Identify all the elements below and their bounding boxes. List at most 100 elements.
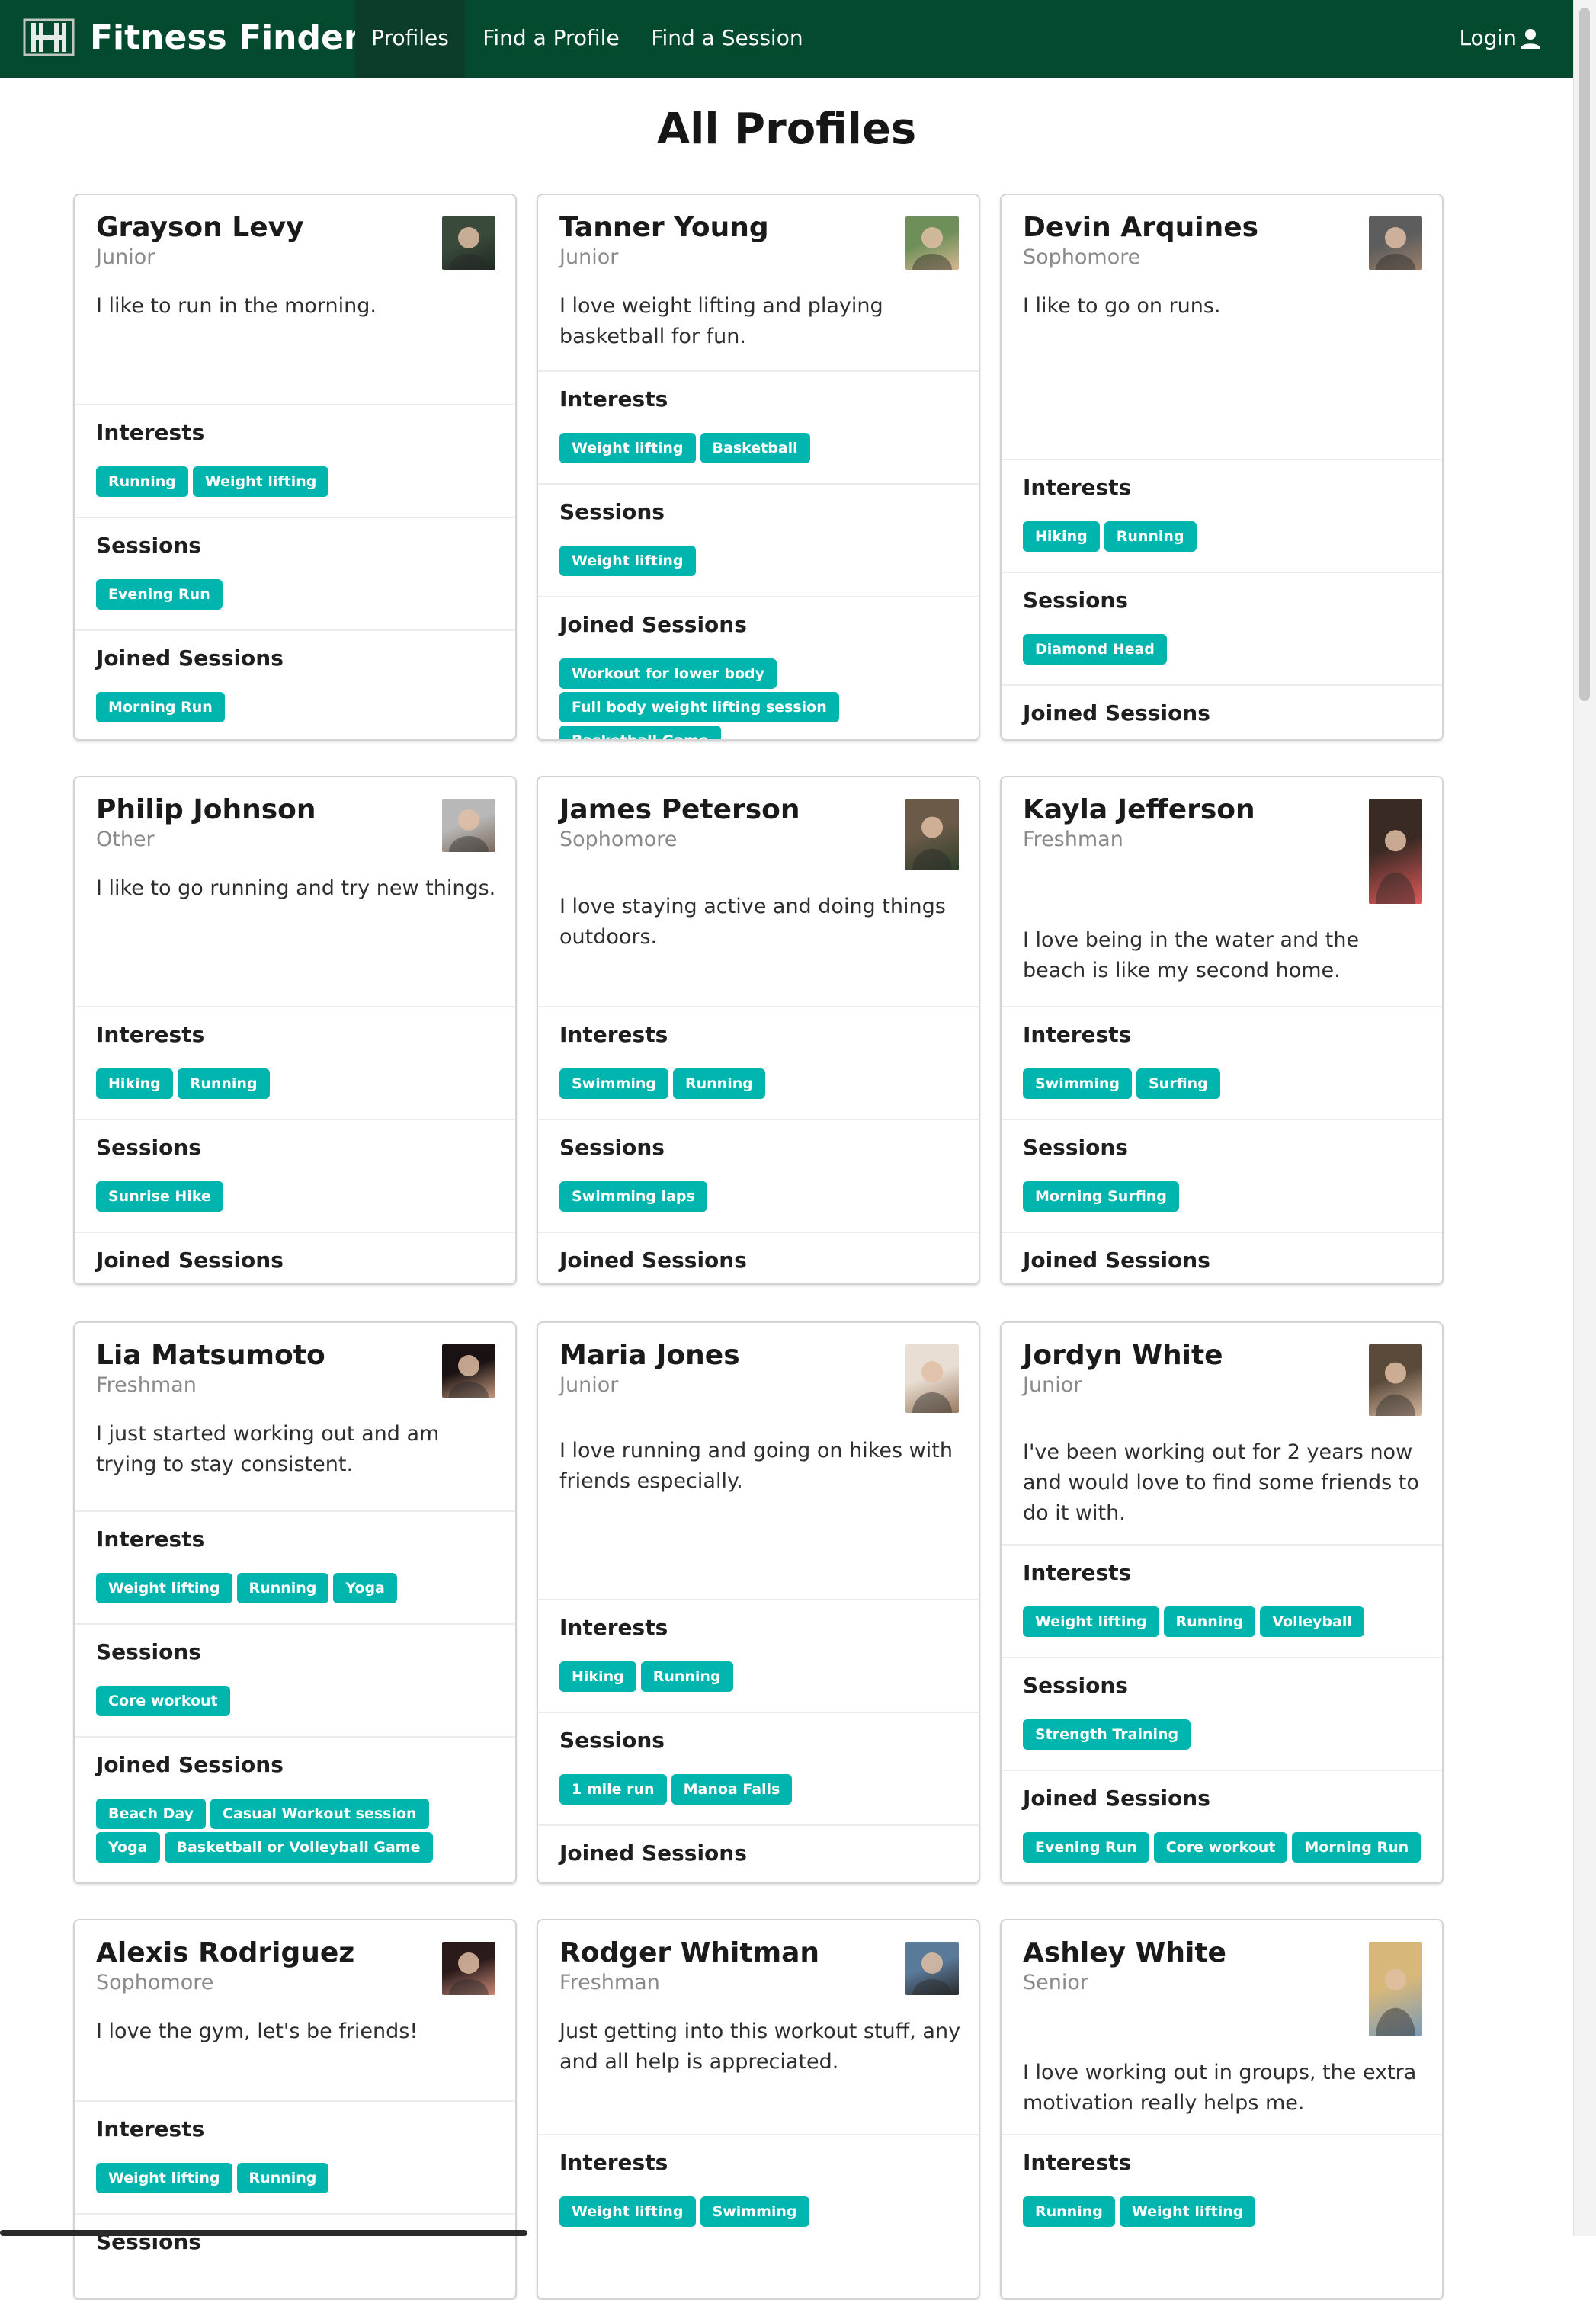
profile-name[interactable]: Devin Arquines — [1023, 210, 1258, 245]
profile-standing: Freshman — [559, 1971, 660, 1994]
interests-section: Interests Weight lifting Swimming — [538, 2134, 979, 2298]
profile-bio: I just started working out and am trying… — [96, 1422, 440, 1476]
profile-card[interactable]: Jordyn White Junior I've been working out … — [1000, 1321, 1444, 1884]
tag-label[interactable]: Casual Workout session — [210, 1799, 429, 1829]
tag-label[interactable]: Weight lifting — [559, 433, 696, 463]
tag-label[interactable]: Running — [1104, 521, 1197, 552]
tag-label[interactable]: Weight lifting — [96, 2163, 232, 2193]
sessions-tags: Sunrise Hike — [96, 1181, 500, 1215]
tag-label[interactable]: Basketball — [700, 433, 810, 463]
profile-bio: I like to run in the morning. — [96, 294, 377, 318]
tag-label[interactable]: Running — [177, 1068, 270, 1099]
interests-tags: Running Weight lifting — [1023, 2196, 1427, 2230]
nav-profiles[interactable]: Profiles — [355, 0, 465, 78]
profile-card[interactable]: Grayson Levy Junior I like to run in the m… — [73, 194, 517, 741]
profile-name[interactable]: Grayson Levy — [96, 210, 304, 245]
tag-label[interactable]: Weight lifting — [1023, 1606, 1159, 1637]
interests-tags: Hiking Running — [1023, 521, 1427, 555]
tag-label[interactable]: Basketball or Volleyball Game — [164, 1832, 433, 1863]
tag-label[interactable]: Weight lifting — [96, 1573, 232, 1603]
tag-label[interactable]: Hiking — [1023, 521, 1100, 552]
profile-card[interactable]: Lia Matsumoto Freshman I just started work… — [73, 1321, 517, 1884]
profile-name[interactable]: Maria Jones — [559, 1338, 740, 1373]
tag-label[interactable]: Morning Surfing — [1023, 1181, 1179, 1212]
profile-name[interactable]: Jordyn White — [1023, 1338, 1223, 1373]
profile-bio: I love the gym, let's be friends! — [96, 2020, 418, 2043]
profile-name[interactable]: Lia Matsumoto — [96, 1338, 325, 1373]
brand-title[interactable]: Fitness Finder — [90, 0, 361, 76]
interests-tags: Hiking Running — [96, 1068, 500, 1102]
joined-sessions-section: Joined Sessions — [1002, 684, 1442, 739]
tag-label[interactable]: Running — [236, 2163, 329, 2193]
profile-name[interactable]: Ashley White — [1023, 1936, 1226, 1971]
profile-avatar — [442, 1344, 495, 1398]
tag-label[interactable]: Hiking — [559, 1661, 636, 1692]
tag-label[interactable]: Swimming laps — [559, 1181, 707, 1212]
tag-label[interactable]: Manoa Falls — [671, 1774, 793, 1805]
tag-label[interactable]: 1 mile run — [559, 1774, 667, 1805]
tag-label[interactable]: Weight lifting — [559, 2196, 696, 2227]
profile-name[interactable]: James Peterson — [559, 793, 800, 828]
tag-label[interactable]: Beach Day — [96, 1799, 206, 1829]
interests-title: Interests — [96, 420, 205, 445]
tag-label[interactable]: Weight lifting — [559, 546, 696, 576]
tag-label[interactable]: Swimming — [1023, 1068, 1132, 1099]
tag-label[interactable]: Core workout — [96, 1686, 230, 1716]
sessions-tags: Core workout — [96, 1686, 500, 1719]
tag-label[interactable]: Weight lifting — [1119, 2196, 1256, 2227]
tag-label[interactable]: Diamond Head — [1023, 634, 1167, 665]
scroll-thumb[interactable] — [1579, 8, 1590, 701]
profile-name[interactable]: Philip Johnson — [96, 793, 316, 828]
tag-label[interactable]: Running — [1023, 2196, 1115, 2227]
profile-card[interactable]: Philip Johnson Other I like to go running … — [73, 776, 517, 1285]
tag-label[interactable]: Strength Training — [1023, 1719, 1191, 1750]
tag-label[interactable]: Swimming — [700, 2196, 809, 2227]
tag-label[interactable]: Volleyball — [1260, 1606, 1364, 1637]
profile-name[interactable]: Tanner Young — [559, 210, 769, 245]
tag-label[interactable]: Sunrise Hike — [96, 1181, 223, 1212]
profile-standing: Junior — [96, 245, 155, 269]
interests-title: Interests — [559, 1022, 668, 1047]
login-button[interactable]: Login — [1459, 0, 1541, 78]
tag-label[interactable]: Basketball Game — [559, 726, 721, 739]
tag-label[interactable]: Core workout — [1153, 1832, 1288, 1863]
tag-label[interactable]: Yoga — [333, 1573, 397, 1603]
tag-label[interactable]: Running — [236, 1573, 329, 1603]
tag-label[interactable]: Running — [1163, 1606, 1256, 1637]
profile-card[interactable]: Devin Arquines Sophomore I like to go on r… — [1000, 194, 1444, 741]
profile-bio: I love weight lifting and playing basket… — [559, 294, 883, 348]
tag-label[interactable]: Swimming — [559, 1068, 668, 1099]
profile-name[interactable]: Kayla Jefferson — [1023, 793, 1255, 828]
tag-label[interactable]: Full body weight lifting session — [559, 692, 839, 722]
tag-label[interactable]: Hiking — [96, 1068, 173, 1099]
tag-label[interactable]: Evening Run — [1023, 1832, 1149, 1863]
nav-find-profile[interactable]: Find a Profile — [479, 0, 623, 78]
uh-logo-icon[interactable] — [23, 17, 75, 58]
tag-label[interactable]: Running — [96, 466, 188, 497]
profile-card[interactable]: Ashley White Senior I love working out in … — [1000, 1919, 1444, 2300]
scrollbar[interactable] — [1573, 0, 1596, 2236]
profile-name[interactable]: Alexis Rodriguez — [96, 1936, 354, 1971]
interests-title: Interests — [1023, 1022, 1132, 1047]
tag-label[interactable]: Workout for lower body — [559, 658, 777, 689]
tag-label[interactable]: Yoga — [96, 1832, 160, 1863]
nav-find-session[interactable]: Find a Session — [649, 0, 805, 78]
tag-label[interactable]: Running — [673, 1068, 765, 1099]
tag-label[interactable]: Surfing — [1136, 1068, 1220, 1099]
profile-card[interactable]: Kayla Jefferson Freshman I love being in t… — [1000, 776, 1444, 1285]
tag-label[interactable]: Morning Run — [1292, 1832, 1421, 1863]
profile-name[interactable]: Rodger Whitman — [559, 1936, 819, 1971]
profile-card[interactable]: Rodger Whitman Freshman Just getting into … — [537, 1919, 980, 2300]
profile-card[interactable]: Tanner Young Junior I love weight lifting … — [537, 194, 980, 741]
profile-card[interactable]: James Peterson Sophomore I love staying ac… — [537, 776, 980, 1285]
tag-label[interactable]: Morning Run — [96, 692, 225, 722]
sessions-title: Sessions — [559, 1135, 665, 1160]
horizontal-scrollbar[interactable] — [0, 2230, 527, 2236]
tag-label[interactable]: Running — [640, 1661, 733, 1692]
tag-label[interactable]: Evening Run — [96, 579, 223, 610]
tag-label[interactable]: Weight lifting — [192, 466, 329, 497]
profile-avatar — [1369, 216, 1422, 270]
profile-bio: I've been working out for 2 years now an… — [1023, 1440, 1419, 1525]
profile-card[interactable]: Alexis Rodriguez Sophomore I love the gym,… — [73, 1919, 517, 2300]
profile-card[interactable]: Maria Jones Junior I love running and goin… — [537, 1321, 980, 1884]
